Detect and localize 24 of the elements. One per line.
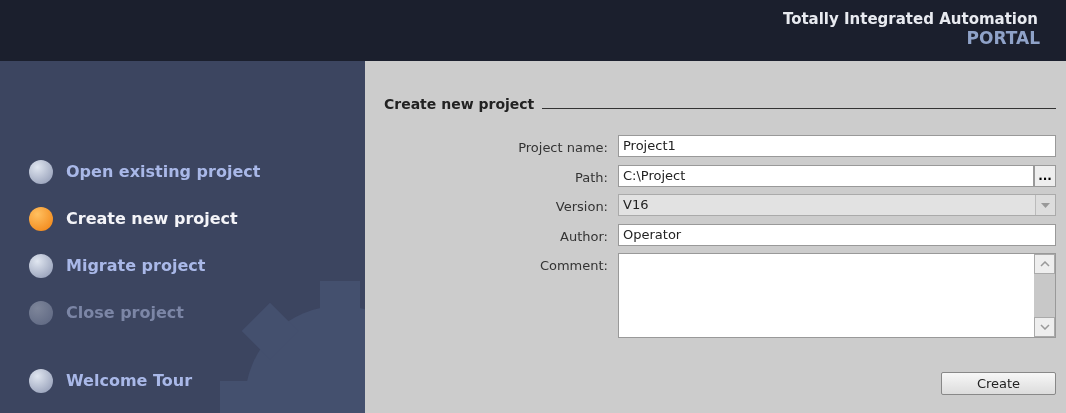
dropdown-arrow-icon [1041, 202, 1050, 208]
create-button[interactable]: Create [941, 372, 1056, 395]
product-title: Totally Integrated Automation [782, 10, 1039, 28]
scrollbar[interactable] [1034, 254, 1055, 337]
version-dropdown[interactable]: V16 [618, 194, 1056, 216]
product-subtitle: PORTAL [966, 28, 1040, 48]
nav-item[interactable]: Create new project [66, 207, 238, 231]
scroll-down-icon[interactable] [1039, 324, 1050, 330]
scroll-up-icon[interactable] [1039, 261, 1050, 267]
nav-item[interactable]: Welcome Tour [66, 369, 193, 393]
field-label: Version: [554, 198, 608, 216]
field-label: Comment: [538, 257, 608, 275]
dropdown-value: V16 [622, 196, 650, 215]
field-label: Project name: [517, 139, 608, 157]
field-label: Author: [559, 227, 608, 246]
path-field[interactable]: C:\Project [618, 164, 1034, 187]
text-field[interactable]: Project1 [618, 135, 1056, 157]
browse-button[interactable]: ... [1034, 164, 1056, 187]
nav-item[interactable]: Open existing project [66, 160, 261, 184]
field-label: Path: [574, 168, 608, 187]
section-title: Create new project [384, 95, 535, 114]
comment-field[interactable] [618, 253, 1056, 338]
text-field[interactable]: Operator [618, 223, 1056, 246]
nav-item[interactable]: Migrate project [66, 254, 206, 278]
